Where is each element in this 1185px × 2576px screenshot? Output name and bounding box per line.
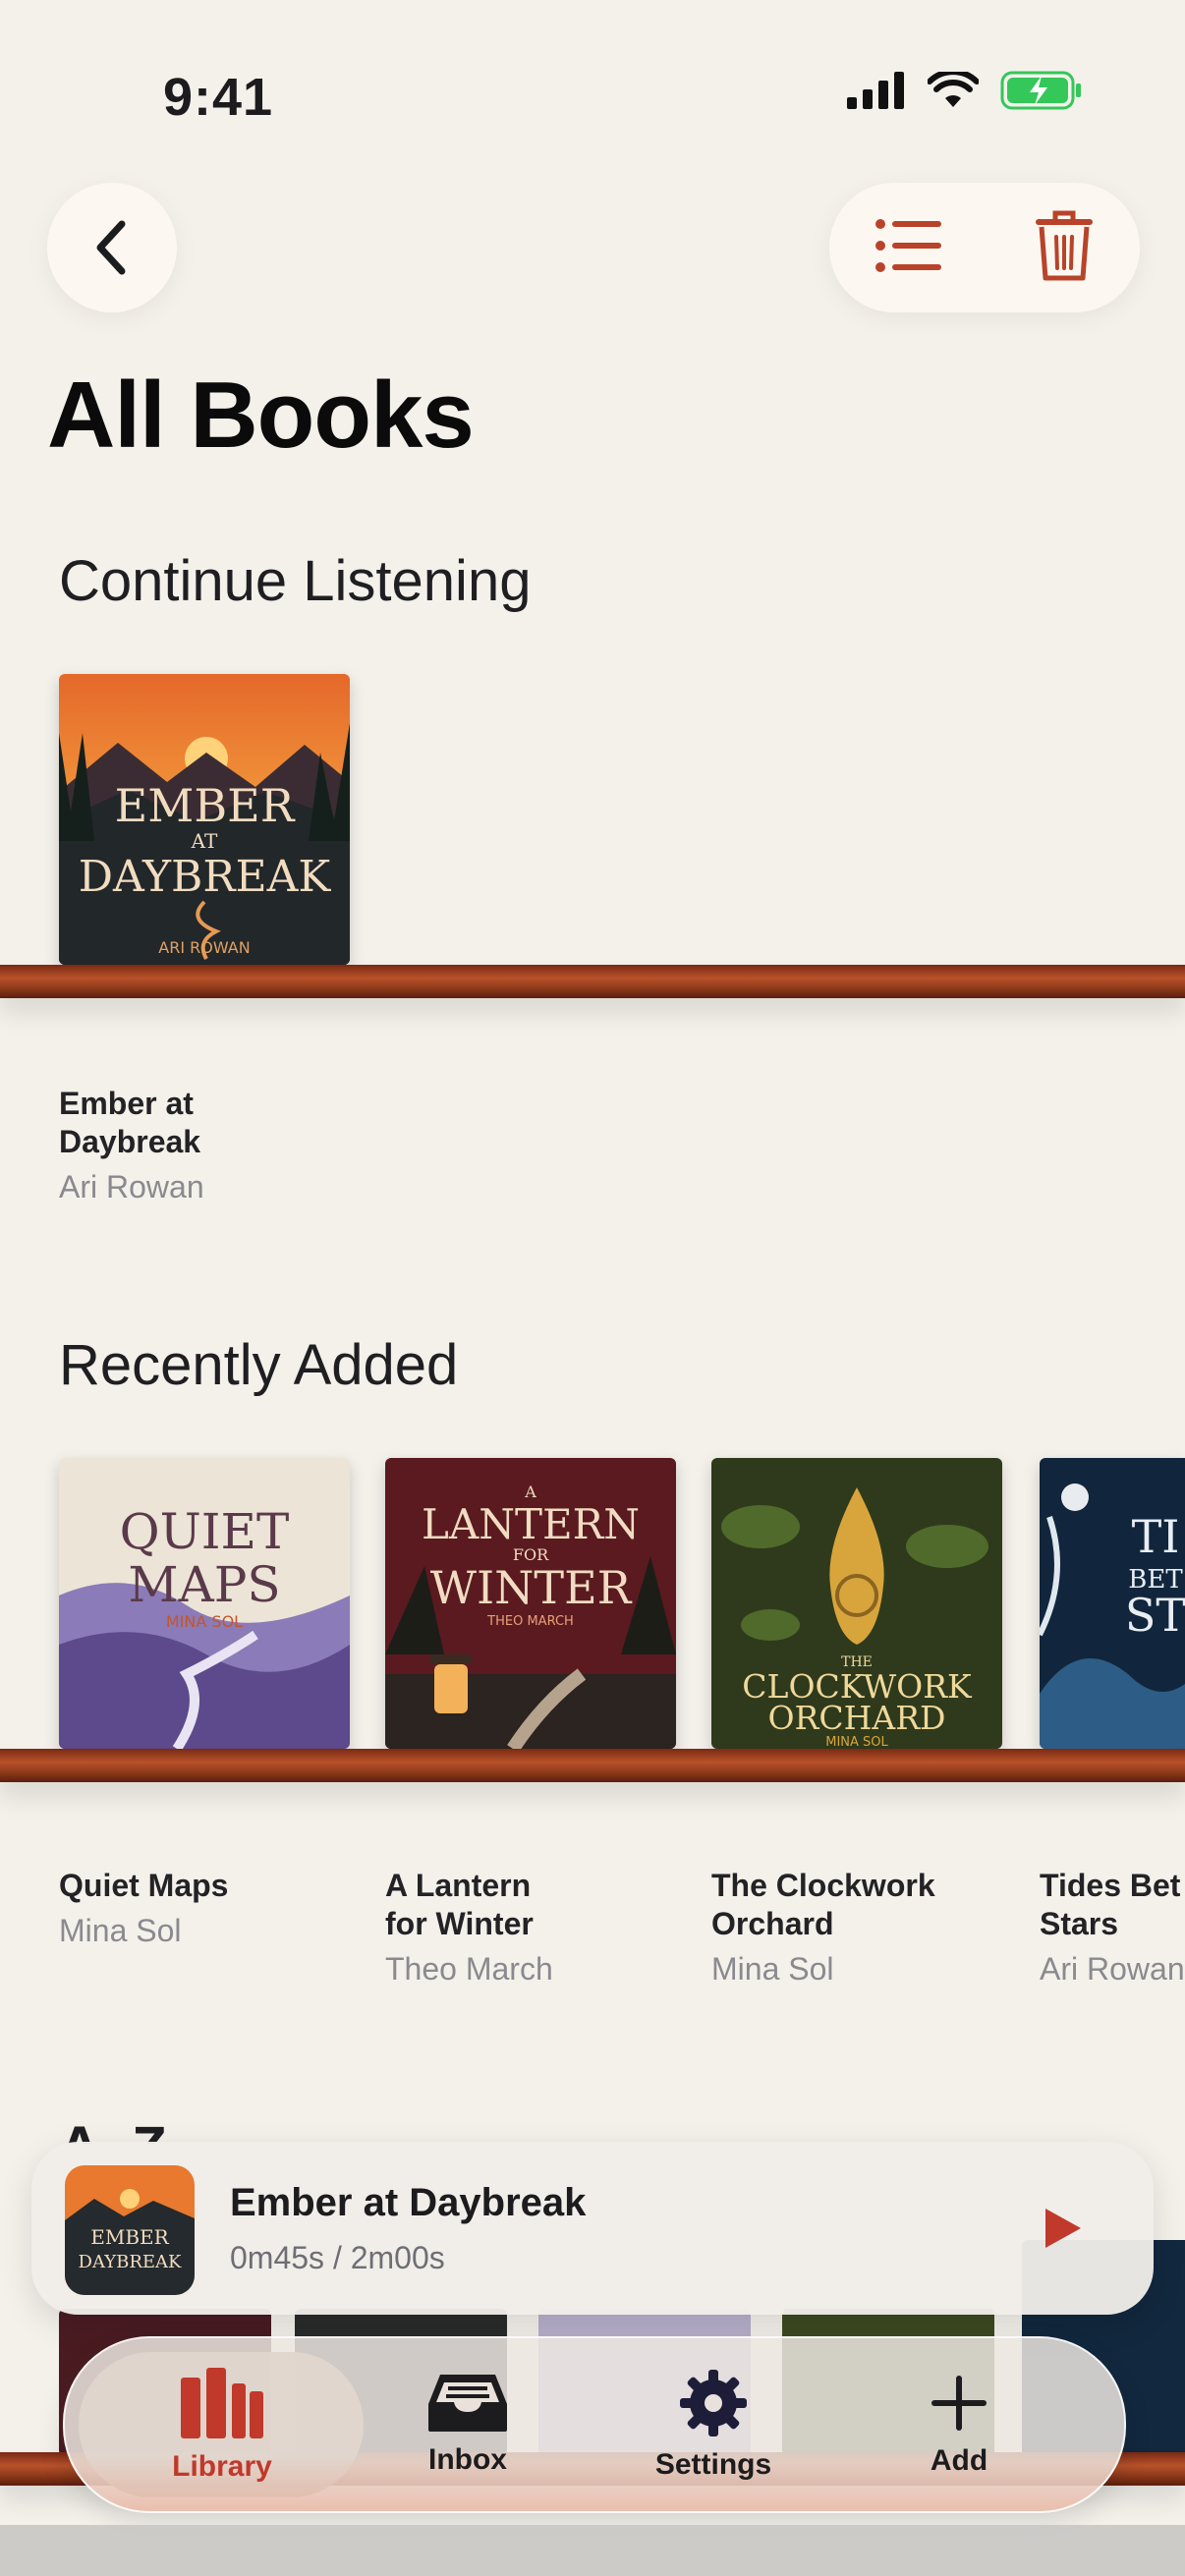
book-title-line1: A Lantern [385, 1868, 532, 1903]
tab-label-add: Add [930, 2444, 988, 2477]
tab-label-inbox: Inbox [428, 2443, 507, 2476]
gear-icon [680, 2370, 747, 2436]
book-author: Ari Rowan [59, 1169, 204, 1204]
plus-icon [931, 2376, 987, 2431]
cover-a: A [524, 1483, 536, 1501]
tab-inbox[interactable]: Inbox [399, 2338, 536, 2511]
tab-label-library: Library [172, 2450, 272, 2483]
book-cover-clockwork[interactable]: THE CLOCKWORK ORCHARD MINA SOL [711, 1458, 1002, 1749]
book-info-tides[interactable]: Tides Bet Stars Ari Rowan [1040, 1867, 1185, 1988]
book-title-line2: for Winter [385, 1906, 534, 1941]
book-title-line2: Daybreak [59, 1124, 201, 1159]
battery-charging-icon [1000, 71, 1083, 115]
tab-library[interactable]: Library [124, 2338, 320, 2511]
cover-title-ember: EMBER [115, 779, 296, 832]
mini-cover-daybreak: DAYBREAK [79, 2252, 183, 2272]
book-author: Mina Sol [711, 1951, 834, 1987]
cover-author-lantern: THEO MARCH [486, 1614, 574, 1629]
section-title-continue: Continue Listening [59, 549, 532, 613]
book-title-line1: Quiet Maps [59, 1868, 229, 1903]
status-time: 9:41 [163, 68, 274, 127]
tab-label-settings: Settings [654, 2448, 772, 2481]
mini-player[interactable]: EMBER DAYBREAK Ember at Daybreak 0m45s /… [31, 2142, 1154, 2315]
cover-title-tides: TI [1132, 1510, 1180, 1563]
book-author: Theo March [385, 1951, 553, 1987]
book-title-line1: Tides Bet [1040, 1868, 1181, 1903]
mini-player-title: Ember at Daybreak [230, 2181, 587, 2224]
cellular-signal-icon [847, 72, 906, 114]
book-title-line2: Stars [1040, 1906, 1119, 1941]
section-title-recent: Recently Added [59, 1333, 459, 1397]
book-cover-quiet-maps[interactable]: QUIET MAPS MINA SOL [59, 1458, 350, 1749]
status-icons [847, 69, 1083, 115]
toolbar-pill [829, 183, 1140, 312]
book-info-ember[interactable]: Ember at Daybreak Ari Rowan [59, 1085, 354, 1206]
book-title-line2: Orchard [711, 1906, 834, 1941]
list-view-button[interactable] [875, 218, 943, 278]
cover-daybreak-ember: DAYBREAK [79, 852, 332, 902]
book-info-quiet-maps[interactable]: Quiet Maps Mina Sol [59, 1867, 354, 1950]
book-info-lantern[interactable]: A Lantern for Winter Theo March [385, 1867, 680, 1988]
cover-title-lantern: LANTERN [422, 1500, 640, 1548]
shelf-recent [0, 1749, 1185, 1782]
book-title-line1: Ember at [59, 1086, 194, 1121]
cover-title-winter: WINTER [430, 1561, 633, 1614]
delete-button[interactable] [1034, 209, 1095, 287]
book-author: Ari Rowan [1040, 1951, 1185, 1987]
home-indicator-area [0, 2525, 1185, 2576]
tab-add[interactable]: Add [900, 2338, 1018, 2511]
mini-player-artwork: EMBER DAYBREAK [65, 2165, 195, 2295]
books-icon [181, 2368, 263, 2438]
tab-settings[interactable]: Settings [645, 2338, 782, 2511]
back-button[interactable] [47, 183, 177, 312]
wifi-icon [927, 69, 980, 114]
cover-title-stars: ST [1125, 1589, 1185, 1642]
mini-player-progress-text: 0m45s / 2m00s [230, 2240, 445, 2275]
list-icon [875, 218, 941, 272]
cover-author-clockwork: MINA SOL [825, 1735, 888, 1749]
mini-cover-ember: EMBER [90, 2225, 169, 2249]
book-cover-tides[interactable]: TI BET ST [1040, 1458, 1185, 1749]
book-cover-lantern[interactable]: A LANTERN FOR WINTER THEO MARCH [385, 1458, 676, 1749]
chevron-left-icon [96, 220, 126, 275]
book-author: Mina Sol [59, 1913, 182, 1948]
inbox-tray-icon [428, 2375, 507, 2432]
cover-title-maps: MAPS [128, 1556, 280, 1613]
cover-title-orchard: ORCHARD [767, 1699, 945, 1737]
book-title-line1: The Clockwork [711, 1868, 935, 1903]
page-title: All Books [47, 363, 475, 468]
cover-title-quiet: QUIET [120, 1503, 290, 1560]
play-icon [1045, 2209, 1081, 2248]
section-title-az: A–Z [59, 2114, 167, 2144]
tab-bar: Library Inbox Settings Add [63, 2336, 1126, 2513]
cover-author-quiet: MINA SOL [166, 1612, 243, 1631]
shelf-continue [0, 965, 1185, 998]
trash-icon [1036, 210, 1093, 280]
book-info-clockwork[interactable]: The Clockwork Orchard Mina Sol [711, 1867, 1006, 1988]
cover-author-ember: ARI ROWAN [158, 938, 250, 957]
book-cover-ember[interactable]: EMBER AT DAYBREAK ARI ROWAN [59, 674, 350, 965]
play-button[interactable] [1032, 2197, 1095, 2260]
cover-at-ember: AT [191, 829, 218, 853]
